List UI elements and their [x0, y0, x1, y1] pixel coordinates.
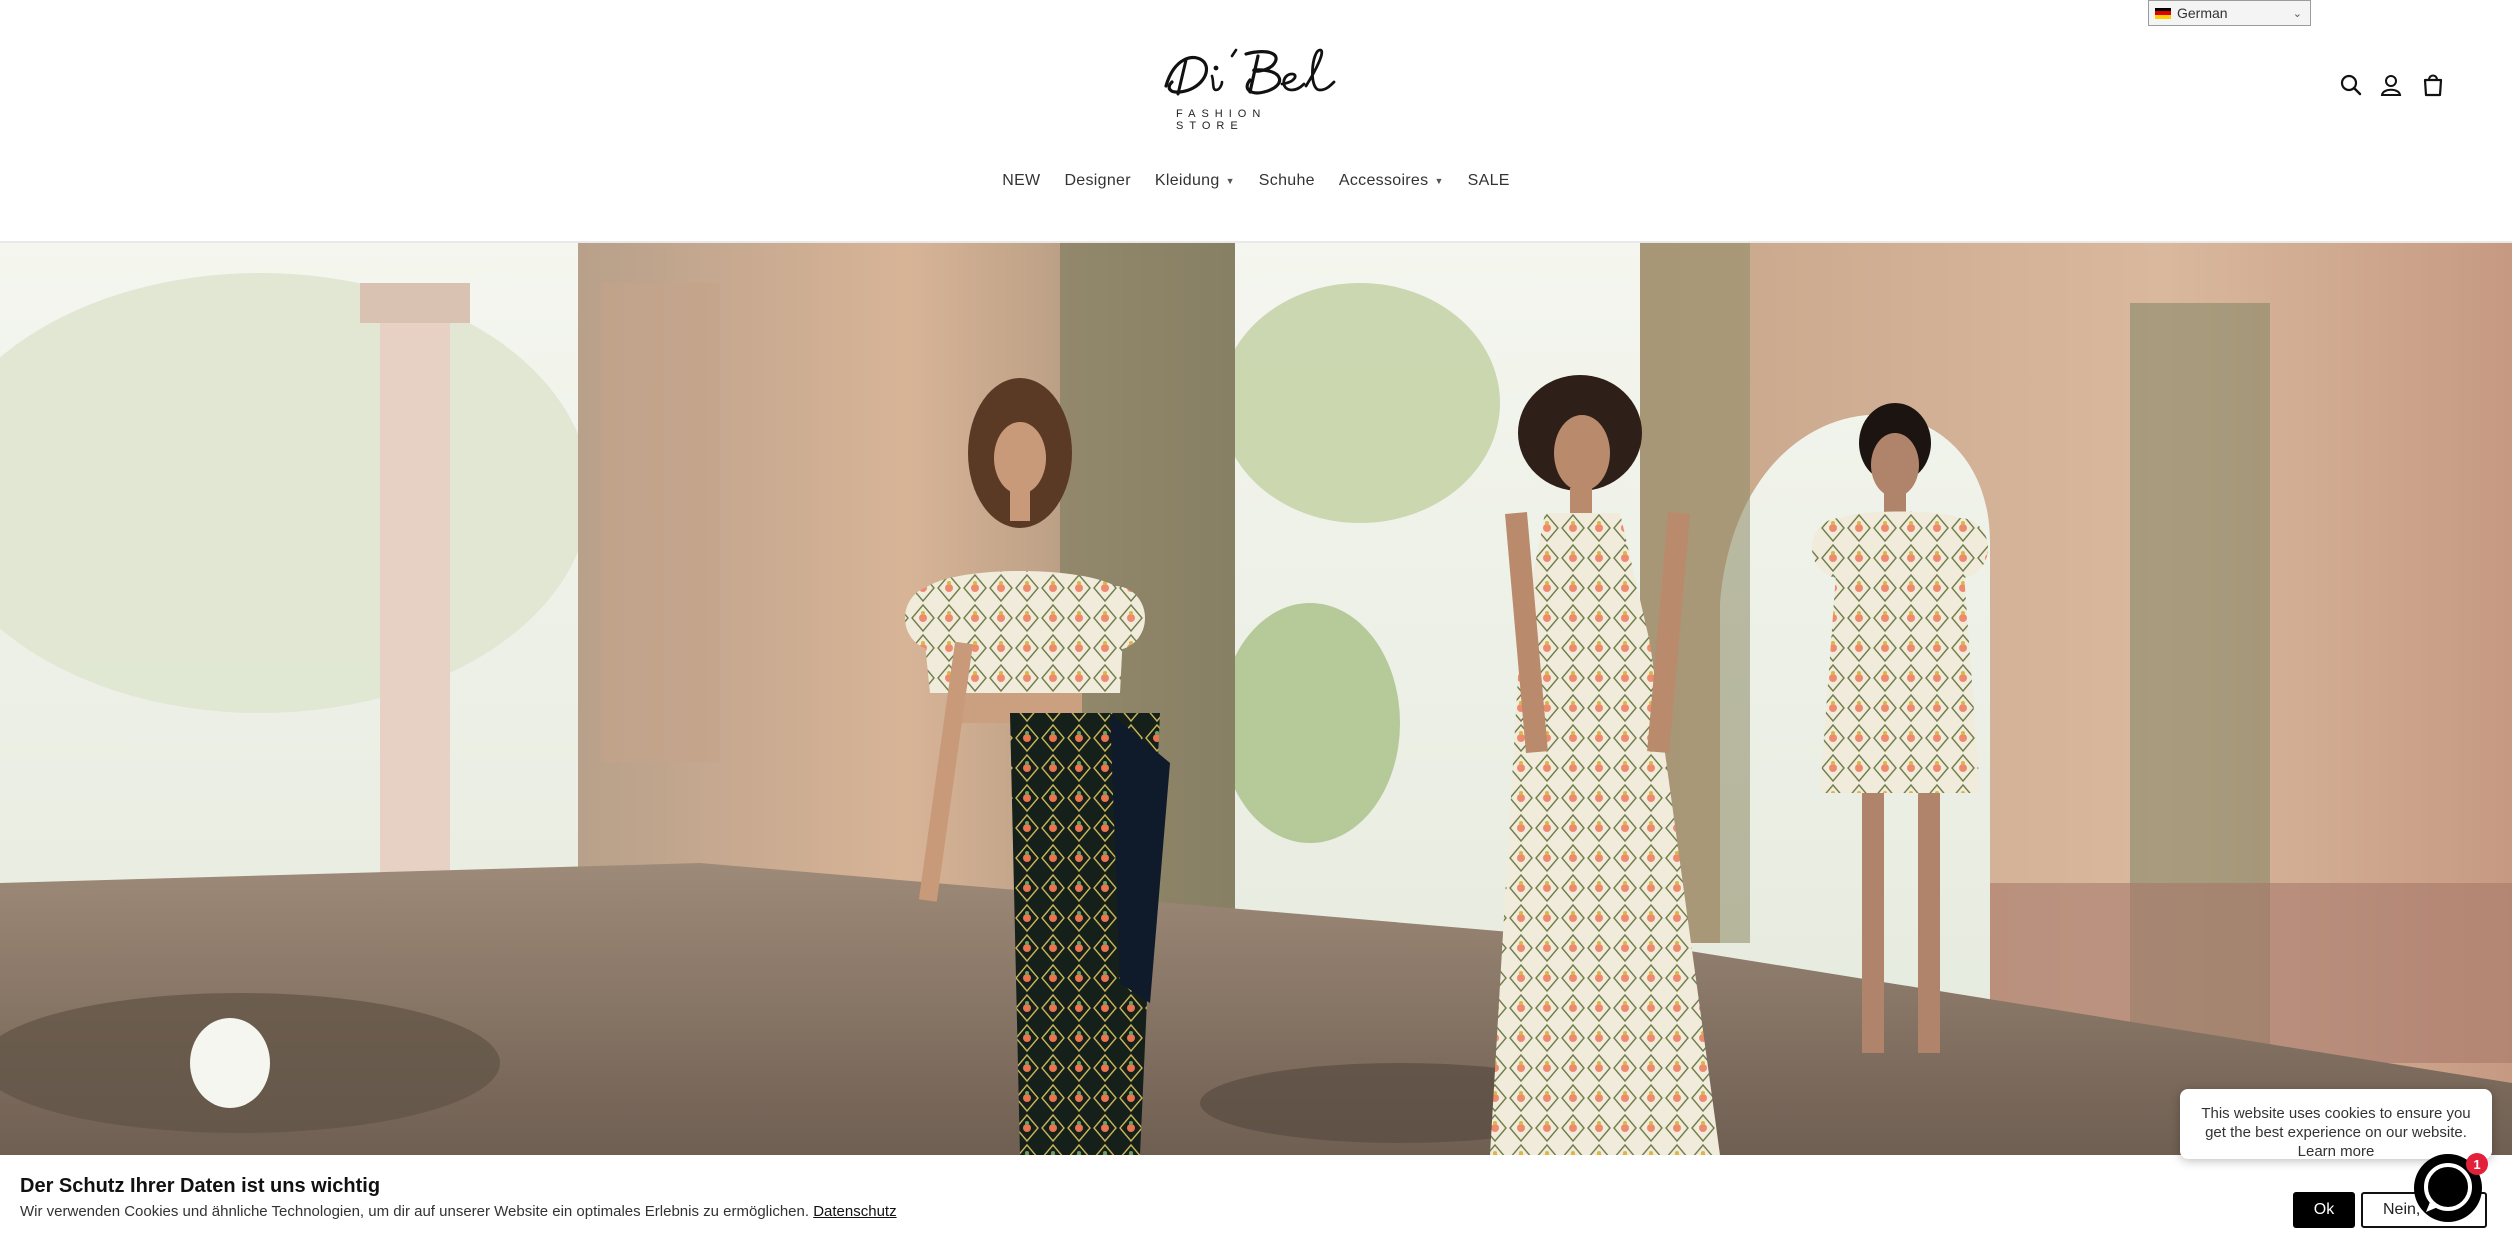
logo-tagline: FASHION STORE	[1176, 108, 1267, 132]
language-select-value: German	[2177, 5, 2228, 21]
privacy-link[interactable]: Datenschutz	[813, 1203, 896, 1220]
cookie-accept-button[interactable]: Ok	[2293, 1192, 2355, 1228]
account-icon[interactable]	[2376, 70, 2406, 100]
nav-item-label: Accessoires	[1338, 172, 1429, 189]
main-nav: NEW Designer Kleidung ▼ Schuhe Accessoire…	[0, 166, 2512, 196]
cookie-text: Wir verwenden Cookies und ähnliche Techn…	[20, 1203, 810, 1220]
store-logo[interactable]: FASHION STORE	[1160, 46, 1340, 132]
header-icons	[2336, 70, 2446, 100]
cookie-description: Wir verwenden Cookies und ähnliche Techn…	[20, 1203, 897, 1220]
nav-item-label: NEW	[1002, 172, 1041, 189]
nav-item-kleidung[interactable]: Kleidung ▼	[1143, 166, 1247, 196]
cookie-consent-bar: Der Schutz Ihrer Daten ist uns wichtig W…	[0, 1155, 2512, 1247]
german-flag-icon	[2155, 7, 2171, 19]
cart-icon[interactable]	[2418, 70, 2448, 100]
language-select[interactable]: German ⌄	[2148, 0, 2311, 26]
search-icon[interactable]	[2336, 70, 2366, 100]
site-header: German ⌄ FASHION STORE NEW Designer Klei…	[0, 0, 2512, 243]
nav-item-label: Designer	[1064, 172, 1131, 189]
logo-script-icon	[1164, 48, 1336, 96]
chat-popup-message: This website uses cookies to ensure you …	[2201, 1105, 2471, 1141]
cookie-title: Der Schutz Ihrer Daten ist uns wichtig	[20, 1175, 381, 1197]
hero-banner[interactable]	[0, 243, 2512, 1155]
nav-item-designer[interactable]: Designer	[1052, 166, 1142, 196]
nav-item-accessoires[interactable]: Accessoires ▼	[1327, 166, 1456, 196]
nav-item-label: SALE	[1467, 172, 1510, 189]
nav-item-label: Kleidung	[1154, 172, 1220, 189]
nav-item-sale[interactable]: SALE	[1456, 166, 1522, 196]
chat-notification-badge: 1	[2466, 1153, 2488, 1175]
nav-item-schuhe[interactable]: Schuhe	[1247, 166, 1327, 196]
chevron-down-icon: ▼	[1225, 176, 1235, 186]
chevron-down-icon: ⌄	[2292, 8, 2302, 20]
hero-image	[0, 243, 2512, 1155]
chevron-down-icon: ▼	[1434, 176, 1444, 186]
nav-item-label: Schuhe	[1258, 172, 1315, 189]
nav-item-new[interactable]: NEW	[990, 166, 1052, 196]
learn-more-link[interactable]: Learn more	[2298, 1143, 2375, 1159]
chat-cookie-popup[interactable]: This website uses cookies to ensure you …	[2180, 1089, 2492, 1159]
